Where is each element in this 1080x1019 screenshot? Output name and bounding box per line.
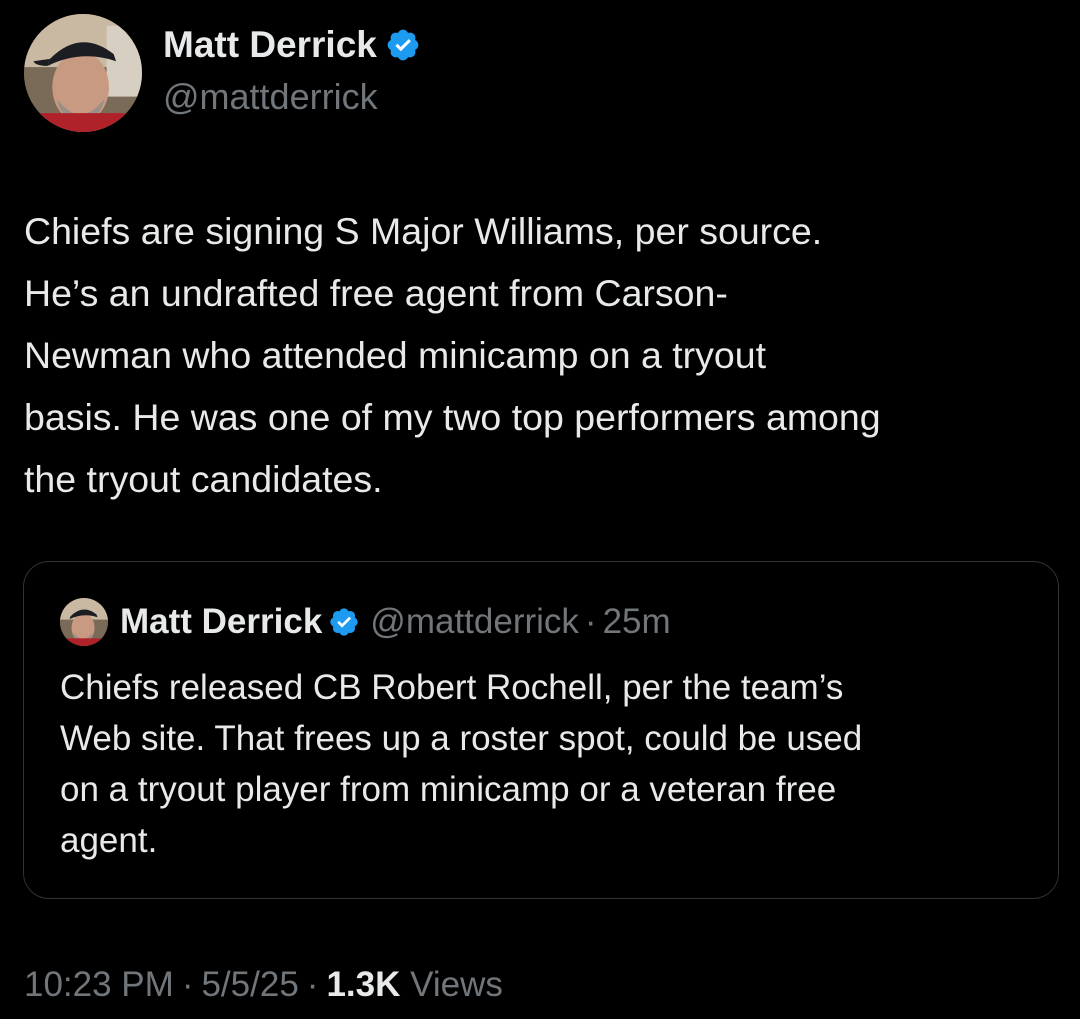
tweet-date[interactable]: 5/5/25 (201, 965, 298, 1004)
quote-text: Chiefs released CB Robert Rochell, per t… (60, 662, 1040, 866)
quote-timestamp: 25m (602, 602, 671, 641)
views-label: Views (410, 965, 503, 1004)
separator-dot: · (181, 965, 194, 1004)
quote-author-avatar (60, 598, 108, 646)
views-count[interactable]: 1.3K (326, 965, 400, 1004)
avatar-photo-icon (24, 14, 142, 132)
tweet-line: the tryout candidates. (24, 458, 383, 500)
quote-header: Matt Derrick @mattderrick · 25m (120, 602, 671, 642)
quote-line: Chiefs released CB Robert Rochell, per t… (60, 668, 844, 707)
quote-line: Web site. That frees up a roster spot, c… (60, 719, 863, 758)
separator-dot: · (584, 602, 597, 641)
quote-line: on a tryout player from minicamp or a ve… (60, 770, 837, 809)
quote-author-handle: @mattderrick (370, 602, 579, 641)
tweet-line: Chiefs are signing S Major Williams, per… (24, 210, 823, 252)
verified-badge-icon[interactable] (385, 27, 421, 63)
quote-author-name: Matt Derrick (120, 602, 323, 641)
quote-line: agent. (60, 821, 158, 860)
verified-badge-icon (328, 606, 360, 638)
author-name[interactable]: Matt Derrick (163, 24, 421, 66)
tweet-line: Newman who attended minicamp on a tryout (24, 334, 767, 376)
author-avatar[interactable] (24, 14, 142, 132)
tweet-meta: 10:23 PM · 5/5/25 · 1.3K Views (24, 965, 503, 1005)
author-handle[interactable]: @mattderrick (163, 76, 378, 118)
tweet-line: He’s an undrafted free agent from Carson… (24, 272, 728, 314)
separator-dot: · (306, 965, 319, 1004)
tweet-time[interactable]: 10:23 PM (24, 965, 174, 1004)
tweet-text: Chiefs are signing S Major Williams, per… (24, 200, 1069, 510)
author-name-text: Matt Derrick (163, 24, 377, 65)
avatar-photo-icon (60, 598, 108, 646)
quoted-tweet-card[interactable]: Matt Derrick @mattderrick · 25m Chiefs r… (23, 561, 1059, 899)
tweet-line: basis. He was one of my two top performe… (24, 396, 881, 438)
